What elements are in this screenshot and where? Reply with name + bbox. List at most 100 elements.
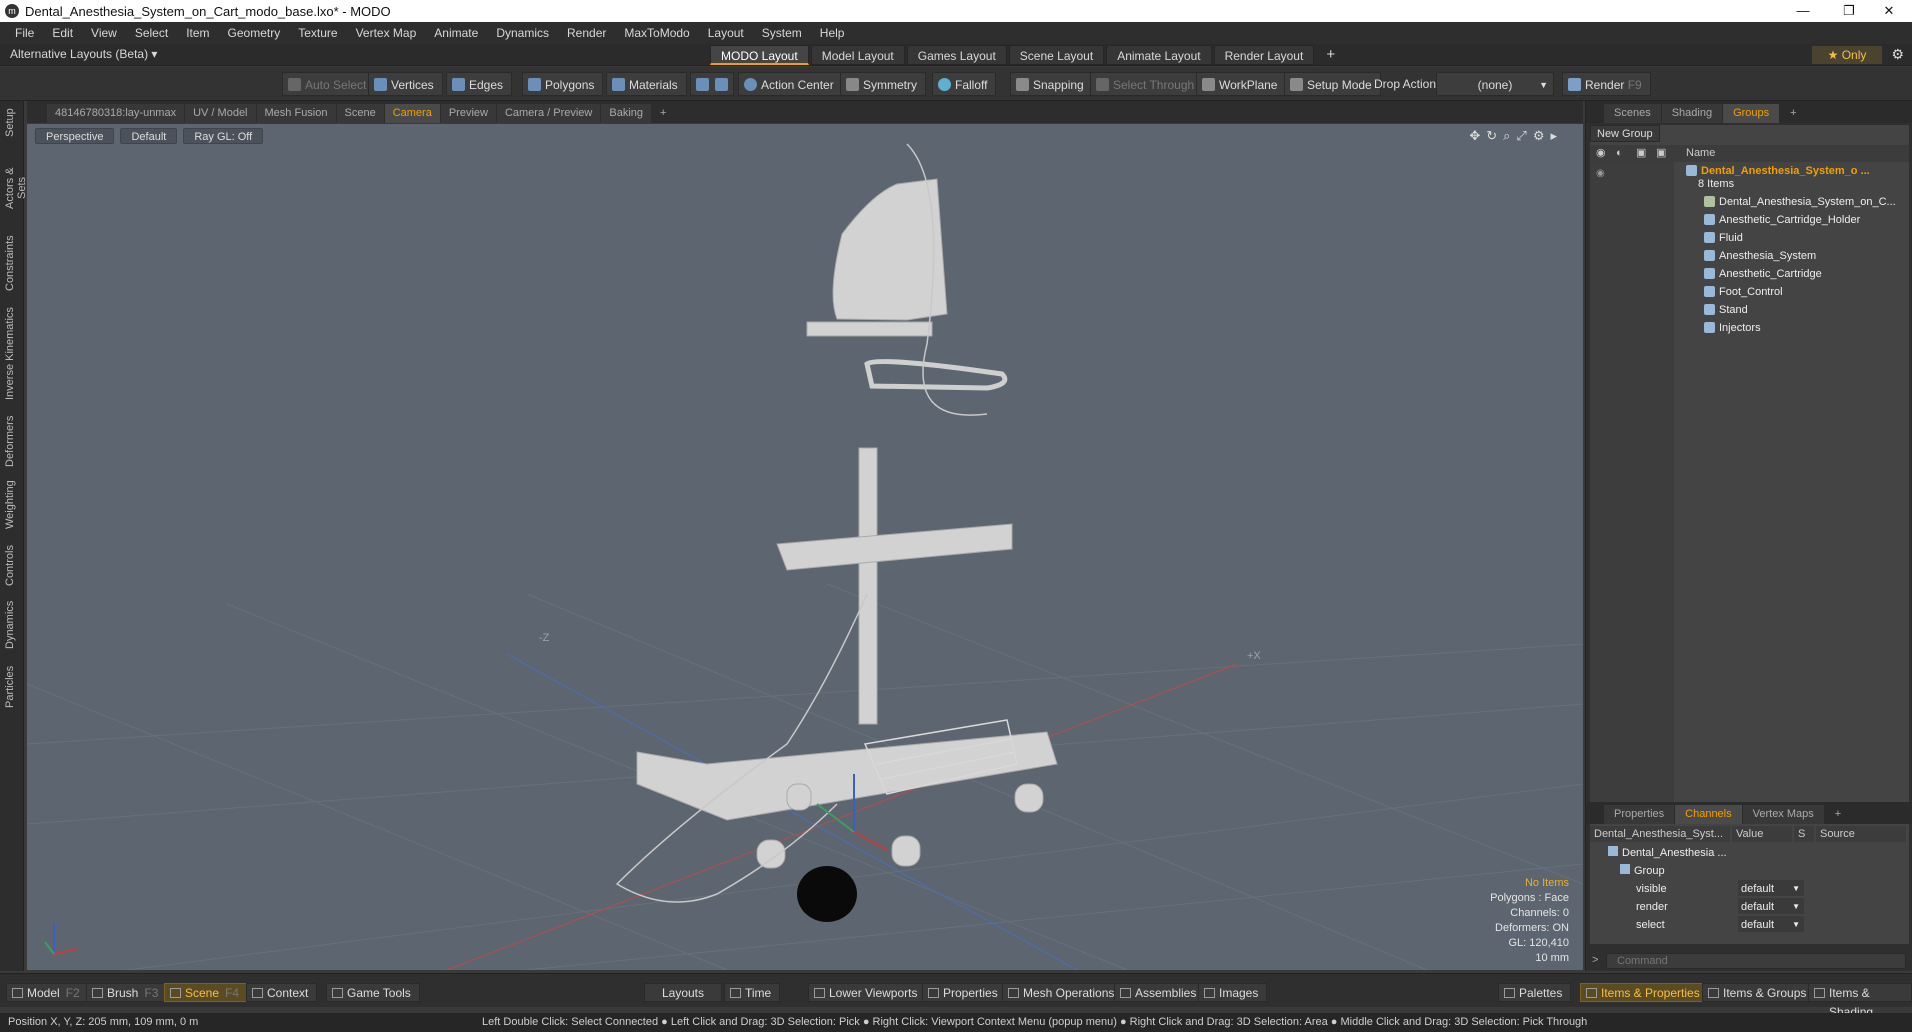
command-input[interactable] bbox=[1606, 953, 1906, 969]
workplane-button[interactable]: WorkPlane bbox=[1196, 72, 1287, 96]
menu-item[interactable]: Item bbox=[177, 26, 218, 40]
add-tab-button[interactable]: + bbox=[652, 104, 674, 123]
channel-root-row[interactable]: Dental_Anesthesia ... bbox=[1590, 844, 1909, 862]
tab-properties[interactable]: Properties bbox=[1604, 805, 1675, 824]
menu-dynamics[interactable]: Dynamics bbox=[487, 26, 558, 40]
snapping-button[interactable]: Snapping bbox=[1010, 72, 1093, 96]
lock-icon[interactable]: ▣ bbox=[1636, 145, 1646, 162]
materials-button[interactable]: Materials bbox=[606, 72, 687, 96]
tab-camera-preview[interactable]: Camera / Preview bbox=[496, 104, 601, 123]
tab-scene-layout[interactable]: Scene Layout bbox=[1008, 45, 1105, 65]
brush-button[interactable]: Brush F3 bbox=[86, 983, 168, 1002]
tree-item[interactable]: Fluid bbox=[1674, 229, 1909, 247]
model-button[interactable]: Model F2 bbox=[6, 983, 89, 1002]
tree-item[interactable]: Anesthetic_Cartridge_Holder bbox=[1674, 211, 1909, 229]
falloff-button[interactable]: Falloff bbox=[932, 72, 997, 96]
view-type-dropdown[interactable]: Perspective bbox=[35, 128, 115, 144]
add-properties-tab-button[interactable]: + bbox=[1825, 805, 1851, 824]
rotate-icon[interactable]: ↻ bbox=[1486, 128, 1503, 143]
tab-channels[interactable]: Channels bbox=[1675, 805, 1742, 824]
tab-groups[interactable]: Groups bbox=[1723, 104, 1780, 123]
tab-lay-unmax[interactable]: 48146780318:lay-unmax bbox=[47, 104, 185, 123]
lower-viewports-button[interactable]: Lower Viewports bbox=[808, 983, 927, 1002]
channel-render-value[interactable]: default ▼ bbox=[1738, 898, 1804, 914]
channel-visible-row[interactable]: visible default ▼ bbox=[1590, 880, 1909, 898]
context-button[interactable]: Context bbox=[246, 983, 318, 1002]
tree-item[interactable]: Anesthesia_System bbox=[1674, 247, 1909, 265]
add-panel-tab-button[interactable]: + bbox=[1780, 104, 1806, 123]
tab-scene[interactable]: Scene bbox=[336, 104, 384, 123]
tab-model-layout[interactable]: Model Layout bbox=[810, 45, 905, 65]
zoom-icon[interactable]: ⌕ bbox=[1503, 128, 1516, 143]
assemblies-button[interactable]: Assemblies bbox=[1114, 983, 1206, 1002]
select-toggle-icon[interactable]: ▣ bbox=[1656, 145, 1666, 162]
side-tab-setup[interactable]: Setup bbox=[4, 107, 20, 139]
drop-action-select[interactable]: (none) ▼ bbox=[1436, 72, 1554, 96]
tab-shading[interactable]: Shading bbox=[1661, 104, 1723, 123]
tab-preview[interactable]: Preview bbox=[440, 104, 496, 123]
render-toggle-icon[interactable]: ◐ bbox=[1616, 145, 1623, 162]
new-group-button[interactable]: New Group bbox=[1590, 125, 1660, 142]
menu-vertex-map[interactable]: Vertex Map bbox=[347, 26, 426, 40]
menu-animate[interactable]: Animate bbox=[425, 26, 487, 40]
polygons-button[interactable]: Polygons bbox=[522, 72, 604, 96]
render-button[interactable]: Render F9 bbox=[1562, 72, 1651, 96]
symmetry-button[interactable]: Symmetry bbox=[840, 72, 926, 96]
properties-button[interactable]: Properties bbox=[922, 983, 1007, 1002]
minimize-button[interactable]: — bbox=[1780, 0, 1826, 22]
items-groups-button[interactable]: Items & Groups bbox=[1702, 983, 1816, 1002]
pan-icon[interactable]: ✥ bbox=[1469, 128, 1486, 143]
vertices-button[interactable]: Vertices bbox=[368, 72, 443, 96]
shading-dropdown[interactable]: Default bbox=[120, 128, 178, 144]
scene-button[interactable]: Scene F4 bbox=[164, 983, 249, 1002]
side-tab-deformers[interactable]: Deformers bbox=[4, 413, 20, 469]
alternative-layouts-dropdown[interactable]: Alternative Layouts (Beta) ▾ bbox=[10, 47, 157, 61]
menu-file[interactable]: File bbox=[6, 26, 43, 40]
chevron-right-icon[interactable]: ▸ bbox=[1550, 128, 1563, 143]
menu-layout[interactable]: Layout bbox=[699, 26, 753, 40]
side-tab-particles[interactable]: Particles bbox=[4, 661, 20, 713]
selection-modes-button[interactable] bbox=[690, 72, 734, 96]
tab-modo-layout[interactable]: MODO Layout bbox=[710, 45, 809, 65]
auto-select-button[interactable]: Auto Select bbox=[282, 72, 376, 96]
channel-render-row[interactable]: render default ▼ bbox=[1590, 898, 1909, 916]
side-tab-weighting[interactable]: Weighting bbox=[4, 477, 20, 533]
add-layout-button[interactable]: + bbox=[1316, 45, 1345, 65]
tab-animate-layout[interactable]: Animate Layout bbox=[1106, 45, 1212, 65]
menu-view[interactable]: View bbox=[82, 26, 126, 40]
tree-item[interactable]: Injectors bbox=[1674, 319, 1909, 337]
palettes-button[interactable]: Palettes bbox=[1498, 983, 1572, 1002]
side-tab-controls[interactable]: Controls bbox=[4, 541, 20, 591]
tree-item[interactable]: Dental_Anesthesia_System_on_C... bbox=[1674, 193, 1909, 211]
items-properties-button[interactable]: Items & Properties bbox=[1580, 983, 1709, 1002]
only-toggle[interactable]: ★ Only bbox=[1812, 46, 1882, 64]
game-tools-button[interactable]: Game Tools bbox=[326, 983, 420, 1002]
menu-help[interactable]: Help bbox=[811, 26, 854, 40]
close-button[interactable]: ✕ bbox=[1866, 0, 1912, 22]
tab-camera[interactable]: Camera bbox=[384, 104, 440, 123]
menu-maxtomodo[interactable]: MaxToModo bbox=[615, 26, 698, 40]
channel-group-row[interactable]: Group bbox=[1590, 862, 1909, 880]
items-shading-button[interactable]: Items & Shading bbox=[1808, 983, 1912, 1019]
channel-select-row[interactable]: select default ▼ bbox=[1590, 916, 1909, 934]
menu-edit[interactable]: Edit bbox=[43, 26, 82, 40]
setup-mode-button[interactable]: Setup Mode bbox=[1284, 72, 1381, 96]
time-button[interactable]: Time bbox=[724, 983, 781, 1002]
tree-item[interactable]: Foot_Control bbox=[1674, 283, 1909, 301]
layouts-button[interactable]: Layouts bbox=[644, 983, 722, 1002]
action-center-button[interactable]: Action Center bbox=[738, 72, 843, 96]
images-button[interactable]: Images bbox=[1198, 983, 1268, 1002]
gear-icon[interactable]: ⚙ bbox=[1891, 46, 1904, 63]
tree-item[interactable]: Anesthetic_Cartridge bbox=[1674, 265, 1909, 283]
menu-render[interactable]: Render bbox=[558, 26, 615, 40]
channel-visible-value[interactable]: default ▼ bbox=[1738, 880, 1804, 896]
tree-item[interactable]: Stand bbox=[1674, 301, 1909, 319]
maximize-icon[interactable]: ⤢ bbox=[1516, 128, 1532, 143]
gear-icon[interactable]: ⚙ bbox=[1533, 128, 1551, 143]
tab-scenes[interactable]: Scenes bbox=[1604, 104, 1661, 123]
menu-system[interactable]: System bbox=[753, 26, 811, 40]
tab-games-layout[interactable]: Games Layout bbox=[906, 45, 1007, 65]
edges-button[interactable]: Edges bbox=[446, 72, 513, 96]
menu-texture[interactable]: Texture bbox=[289, 26, 346, 40]
side-tab-constraints[interactable]: Constraints bbox=[4, 233, 20, 293]
